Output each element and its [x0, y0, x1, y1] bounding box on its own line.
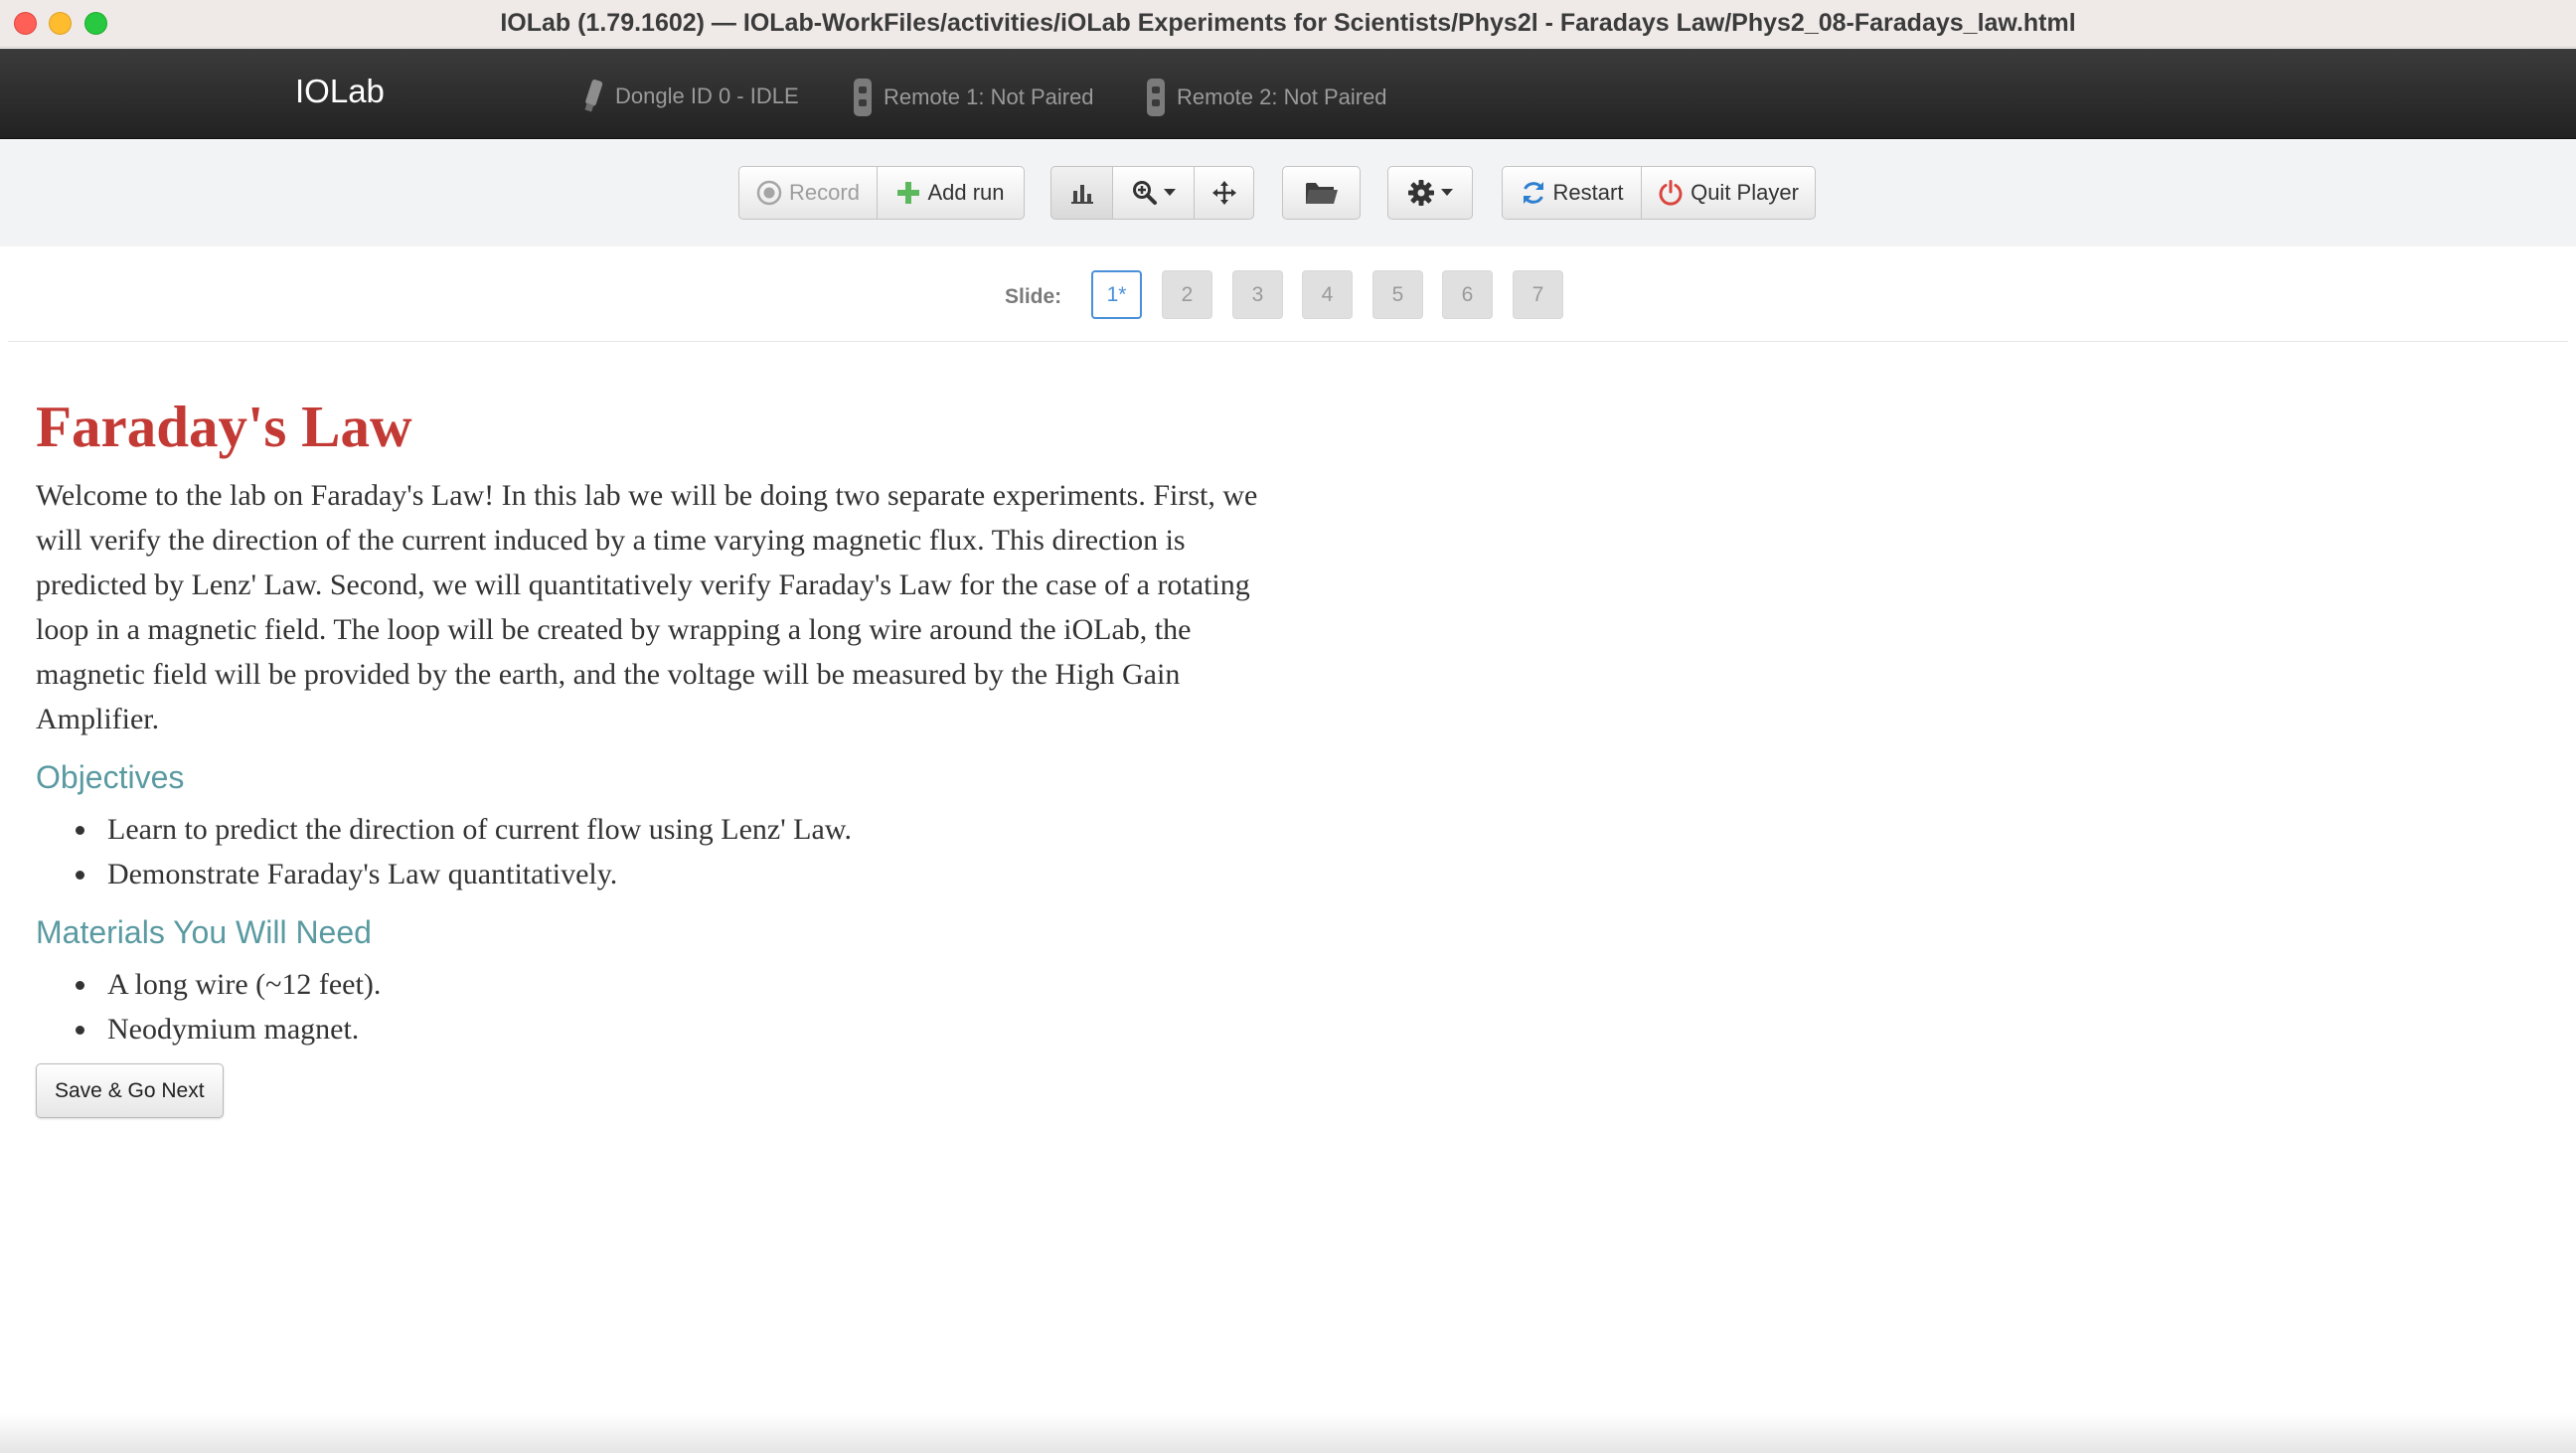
list-item: Learn to predict the direction of curren… — [76, 807, 1268, 852]
materials-list: A long wire (~12 feet). Neodymium magnet… — [76, 962, 1268, 1051]
slide-button-7[interactable]: 7 — [1513, 270, 1563, 319]
window-titlebar: IOLab (1.79.1602) — IOLab-WorkFiles/acti… — [0, 0, 2576, 48]
power-icon — [1658, 180, 1684, 206]
bar-chart-icon — [1070, 182, 1093, 204]
slide-button-5[interactable]: 5 — [1372, 270, 1423, 319]
quit-player-button[interactable]: Quit Player — [1641, 166, 1816, 220]
settings-dropdown-button[interactable] — [1387, 166, 1473, 220]
record-icon — [756, 180, 782, 206]
open-folder-button[interactable] — [1282, 166, 1361, 220]
slide-button-6[interactable]: 6 — [1442, 270, 1493, 319]
slide-button-3[interactable]: 3 — [1232, 270, 1283, 319]
app-brand[interactable]: IOLab — [295, 73, 385, 110]
restart-label: Restart — [1552, 180, 1624, 205]
chart-button[interactable] — [1050, 166, 1113, 220]
slide-button-4[interactable]: 4 — [1302, 270, 1353, 319]
list-item: Demonstrate Faraday's Law quantitatively… — [76, 852, 1268, 896]
list-item: Neodymium magnet. — [76, 1007, 1268, 1051]
quit-player-label: Quit Player — [1690, 180, 1799, 205]
page-title: Faraday's Law — [36, 394, 412, 459]
intro-paragraph: Welcome to the lab on Faraday's Law! In … — [36, 479, 1258, 735]
slide-button-2[interactable]: 2 — [1162, 270, 1212, 319]
slide-label: Slide: — [1005, 285, 1062, 308]
toolbar: Record Add run Restart Quit Player — [0, 140, 2576, 246]
remote2-status: Remote 2: Not Paired — [1145, 78, 1387, 117]
slide-navigation: Slide: 1* 2 3 4 5 6 7 — [8, 247, 2568, 342]
remote-device-icon — [852, 78, 874, 117]
remote1-status-text: Remote 1: Not Paired — [884, 84, 1094, 109]
restart-button[interactable]: Restart — [1502, 166, 1642, 220]
zoom-icon — [1132, 180, 1158, 206]
window-title: IOLab (1.79.1602) — IOLab-WorkFiles/acti… — [500, 9, 2076, 37]
dongle-status-text: Dongle ID 0 - IDLE — [615, 83, 799, 108]
record-label: Record — [789, 180, 860, 205]
objectives-list: Learn to predict the direction of curren… — [76, 807, 1268, 896]
move-icon — [1211, 181, 1236, 205]
zoom-dropdown-button[interactable] — [1112, 166, 1195, 220]
chevron-down-icon — [1441, 189, 1453, 197]
dongle-status: Dongle ID 0 - IDLE — [579, 78, 799, 115]
add-run-button[interactable]: Add run — [877, 166, 1025, 220]
plus-icon — [896, 181, 920, 205]
add-run-label: Add run — [927, 180, 1005, 205]
dongle-icon — [579, 78, 605, 115]
chevron-down-icon — [1163, 189, 1176, 197]
gear-icon — [1407, 179, 1435, 207]
materials-heading: Materials You Will Need — [36, 914, 372, 950]
slide-content: Faraday's Law Welcome to the lab on Fara… — [36, 386, 1268, 1118]
remote-device-icon — [1145, 78, 1167, 117]
slide-button-1[interactable]: 1* — [1091, 270, 1142, 319]
pan-button[interactable] — [1194, 166, 1254, 220]
folder-icon — [1305, 180, 1339, 206]
save-and-go-next-button[interactable]: Save & Go Next — [36, 1063, 224, 1118]
objectives-heading: Objectives — [36, 759, 185, 795]
app-navbar: IOLab Dongle ID 0 - IDLE Remote 1: Not P… — [0, 49, 2576, 139]
remote2-status-text: Remote 2: Not Paired — [1177, 84, 1387, 109]
window-bottom-shadow — [0, 1413, 2576, 1453]
refresh-icon — [1521, 180, 1546, 206]
record-button[interactable]: Record — [738, 166, 878, 220]
remote1-status: Remote 1: Not Paired — [852, 78, 1094, 117]
list-item: A long wire (~12 feet). — [76, 962, 1268, 1007]
